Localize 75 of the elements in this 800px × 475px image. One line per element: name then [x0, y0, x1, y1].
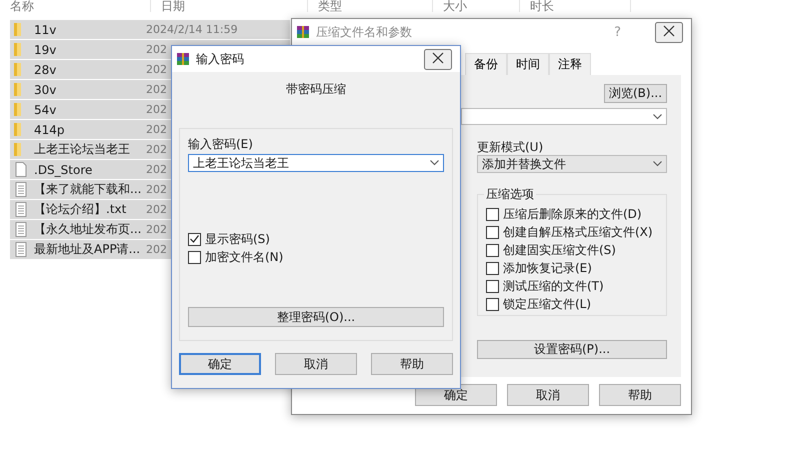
dialog-button[interactable]: 确定 [179, 353, 261, 375]
window-title: 压缩文件名和参数 [316, 24, 413, 40]
file-name: 【来了就能下载和... [34, 181, 142, 198]
column-header[interactable]: 日期 [151, 0, 308, 12]
checkmark-icon [190, 235, 199, 243]
file-name: 30v [34, 82, 58, 96]
set-password-button[interactable]: 设置密码(P)... [477, 340, 667, 359]
file-date: 202 [146, 183, 167, 196]
file-icon [14, 162, 28, 177]
close-icon [432, 52, 444, 64]
folder-icon [14, 103, 21, 116]
file-name: 414p [34, 122, 66, 136]
file-name: 【永久地址发布页... [34, 221, 142, 238]
file-date: 202 [146, 223, 167, 236]
checkbox[interactable]: 添加恢复记录(E) [486, 259, 658, 277]
text-file-icon [14, 202, 28, 217]
group-title: 压缩选项 [484, 187, 536, 201]
file-date: 202 [146, 83, 167, 96]
folder-icon [14, 23, 21, 36]
password-field[interactable]: 上老王论坛当老王 [188, 154, 444, 172]
close-button[interactable] [655, 22, 683, 42]
folder-icon [14, 43, 21, 56]
dialog-button[interactable]: 取消 [507, 384, 589, 406]
field-label: 更新模式(U) [477, 140, 544, 154]
dialog-button[interactable]: 帮助 [599, 384, 681, 406]
file-date: 202 [146, 123, 167, 136]
file-name: 54v [34, 102, 58, 116]
file-row[interactable]: 11v 2024/2/14 11:59 [10, 20, 290, 40]
update-mode-dropdown[interactable]: 添加并替换文件 [477, 155, 667, 173]
file-date: 202 [146, 63, 167, 76]
file-name: 19v [34, 42, 58, 56]
organize-passwords-button[interactable]: 整理密码(O)... [188, 307, 444, 327]
column-header[interactable]: 大小 [433, 0, 520, 12]
folder-icon [14, 143, 21, 156]
text-file-icon [14, 242, 28, 257]
dialog-button[interactable]: 帮助 [371, 353, 453, 375]
checkbox[interactable]: 创建自解压格式压缩文件(X) [486, 223, 658, 241]
column-header[interactable]: 名称 [0, 0, 151, 12]
checkbox[interactable]: 测试压缩的文件(T) [486, 277, 658, 295]
close-button[interactable] [424, 48, 452, 70]
caret-icon [653, 114, 662, 120]
file-date: 202 [146, 203, 167, 216]
file-name: 最新地址及APP请... [34, 241, 142, 258]
folder-icon [14, 123, 21, 136]
checkbox[interactable]: 压缩后删除原来的文件(D) [486, 205, 658, 223]
folder-icon [14, 63, 21, 76]
file-name: 上老王论坛当老王 [34, 141, 131, 158]
checkbox[interactable]: 锁定压缩文件(L) [486, 295, 658, 313]
file-date: 202 [146, 103, 167, 116]
file-date: 202 [146, 43, 167, 56]
field-label: 输入密码(E) [188, 137, 254, 151]
tab[interactable]: 时间 [507, 53, 549, 75]
close-icon [663, 24, 675, 36]
archive-app-icon [176, 52, 190, 66]
file-name: 【论坛介绍】.txt [34, 201, 128, 218]
file-date: 2024/2/14 11:59 [146, 23, 238, 36]
file-date: 202 [146, 163, 167, 176]
file-date: 202 [146, 143, 167, 156]
folder-icon [14, 83, 21, 96]
column-header[interactable]: 时长 [520, 0, 631, 12]
archive-app-icon [296, 25, 310, 39]
file-date: 202 [146, 243, 167, 256]
file-name: .DS_Store [34, 162, 94, 176]
text-file-icon [14, 182, 28, 197]
column-header[interactable]: 类型 [308, 0, 433, 12]
browse-button[interactable]: 浏览(B)... [604, 84, 667, 103]
text-file-icon [14, 222, 28, 237]
caret-icon [653, 161, 662, 167]
dialog-button[interactable]: 取消 [275, 353, 357, 375]
tab[interactable]: 备份 [465, 53, 507, 75]
file-name: 11v [34, 22, 58, 36]
tab[interactable]: 注释 [549, 53, 591, 75]
checkbox[interactable]: 创建固实压缩文件(S) [486, 241, 658, 259]
caret-icon [430, 160, 439, 166]
file-name: 28v [34, 62, 58, 76]
